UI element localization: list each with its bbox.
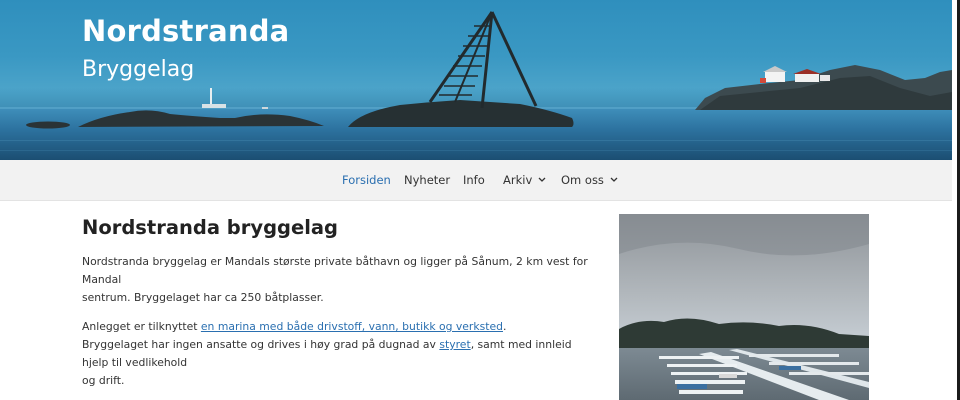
intro-line-1: Nordstranda bryggelag er Mandals største… xyxy=(82,255,588,286)
main-navigation: Forsiden Nyheter Info Arkiv Om oss xyxy=(0,160,952,201)
nav-item-arkiv-label: Arkiv xyxy=(503,173,533,187)
nav-item-om-oss[interactable]: Om oss xyxy=(561,173,618,187)
intro-line-2: sentrum. Bryggelaget har ca 250 båtplass… xyxy=(82,291,324,304)
chevron-down-icon xyxy=(538,177,546,182)
marina-prefix: Anlegget er tilknyttet xyxy=(82,320,201,333)
harbor-photo xyxy=(619,214,869,400)
nav-item-om-oss-label: Om oss xyxy=(561,173,604,187)
marina-image xyxy=(619,214,869,400)
marina-suffix: . xyxy=(502,320,507,333)
main-content: Nordstranda bryggelag Nordstranda brygge… xyxy=(82,214,592,387)
page-title: Nordstranda bryggelag xyxy=(82,216,339,239)
nav-item-info[interactable]: Info xyxy=(463,173,485,187)
site-subtitle: Bryggelag xyxy=(82,57,195,82)
chevron-down-icon xyxy=(610,177,618,182)
nav-item-nyheter[interactable]: Nyheter xyxy=(404,173,450,187)
board-line-2: og drift. xyxy=(82,374,125,387)
site-title[interactable]: Nordstranda xyxy=(82,14,289,48)
board-prefix: Bryggelaget har ingen ansatte og drives … xyxy=(82,338,440,351)
header-banner: Nordstranda Bryggelag xyxy=(0,0,952,160)
nav-item-arkiv[interactable]: Arkiv xyxy=(503,173,546,187)
intro-paragraph: Nordstranda bryggelag er Mandals største… xyxy=(82,253,592,307)
nav-menu: Forsiden Nyheter Info Arkiv Om oss xyxy=(0,160,952,201)
board-link[interactable]: styret xyxy=(439,338,470,351)
marina-paragraph: Anlegget er tilknyttet en marina med båd… xyxy=(82,318,592,390)
nav-item-forsiden[interactable]: Forsiden xyxy=(342,173,391,187)
marina-link[interactable]: en marina med både drivstoff, vann, buti… xyxy=(201,320,503,333)
